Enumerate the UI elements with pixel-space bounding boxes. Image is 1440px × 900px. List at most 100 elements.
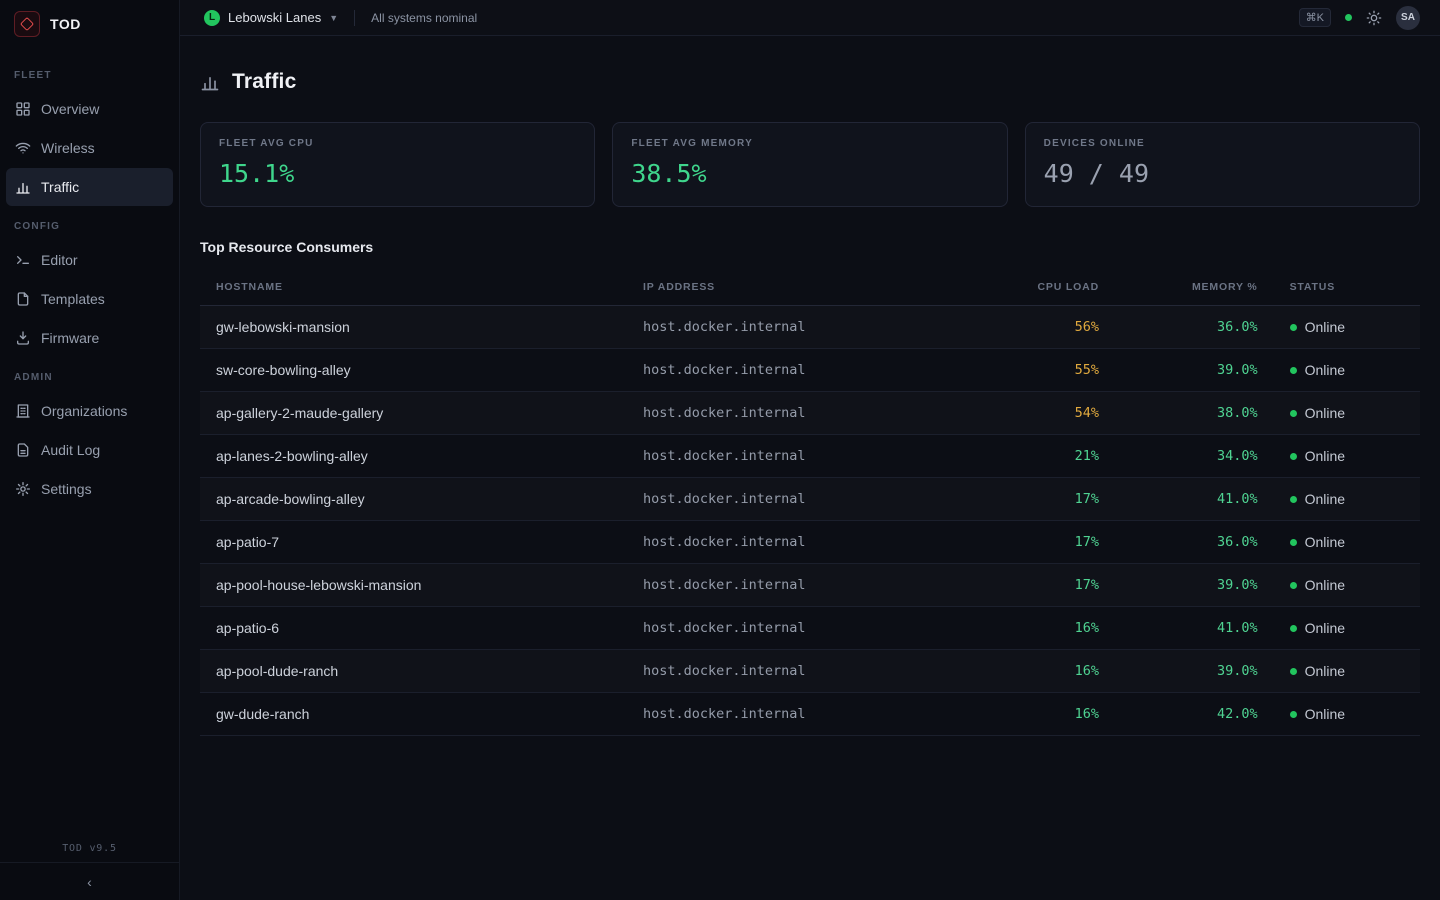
nav-section-label: FLEET (0, 56, 179, 89)
grid-icon (15, 101, 31, 117)
status-label: Online (1305, 620, 1345, 636)
hostname-cell: sw-core-bowling-alley (200, 349, 627, 392)
org-switcher[interactable]: L Lebowski Lanes ▼ (204, 10, 338, 26)
table-row[interactable]: ap-pool-dude-ranchhost.docker.internal16… (200, 650, 1420, 693)
table-row[interactable]: sw-core-bowling-alleyhost.docker.interna… (200, 349, 1420, 392)
nav-section-label: CONFIG (0, 207, 179, 240)
sidebar-item-label: Audit Log (41, 442, 100, 458)
divider (354, 10, 355, 26)
status-cell: Online (1274, 306, 1420, 349)
theme-toggle-button[interactable] (1366, 10, 1382, 26)
ip-address-cell: host.docker.internal (627, 564, 993, 607)
ip-address-cell: host.docker.internal (627, 650, 993, 693)
bar-chart-icon (200, 72, 220, 92)
status-label: Online (1305, 577, 1345, 593)
table-row[interactable]: ap-lanes-2-bowling-alleyhost.docker.inte… (200, 435, 1420, 478)
hostname-cell: ap-patio-7 (200, 521, 627, 564)
column-header-hostname: HOSTNAME (200, 269, 627, 306)
terminal-icon (15, 252, 31, 268)
sun-icon (1366, 10, 1382, 26)
sidebar-item-editor[interactable]: Editor (6, 241, 173, 279)
command-palette-shortcut[interactable]: ⌘K (1299, 8, 1331, 27)
status-cell: Online (1274, 349, 1420, 392)
app-version: TOD v9.5 (0, 843, 179, 854)
memory-cell: 39.0% (1115, 349, 1274, 392)
online-status-dot-icon (1290, 453, 1297, 460)
cpu-load-cell: 55% (993, 349, 1115, 392)
status-cell: Online (1274, 435, 1420, 478)
cpu-load-cell: 54% (993, 392, 1115, 435)
hostname-cell: ap-pool-house-lebowski-mansion (200, 564, 627, 607)
status-label: Online (1305, 491, 1345, 507)
ip-address-cell: host.docker.internal (627, 306, 993, 349)
table-row[interactable]: gw-dude-ranchhost.docker.internal16%42.0… (200, 693, 1420, 736)
status-cell: Online (1274, 392, 1420, 435)
status-label: Online (1305, 448, 1345, 464)
table-row[interactable]: ap-patio-6host.docker.internal16%41.0%On… (200, 607, 1420, 650)
hostname-cell: ap-lanes-2-bowling-alley (200, 435, 627, 478)
sidebar-item-templates[interactable]: Templates (6, 280, 173, 318)
cpu-load-cell: 21% (993, 435, 1115, 478)
status-label: Online (1305, 534, 1345, 550)
cpu-load-cell: 16% (993, 693, 1115, 736)
cpu-load-cell: 17% (993, 564, 1115, 607)
table-row[interactable]: ap-pool-house-lebowski-mansionhost.docke… (200, 564, 1420, 607)
column-header-memory: MEMORY % (1115, 269, 1274, 306)
page-title: Traffic (232, 70, 297, 94)
table-row[interactable]: gw-lebowski-mansionhost.docker.internal5… (200, 306, 1420, 349)
file-text-icon (15, 442, 31, 458)
sidebar-collapse-button[interactable]: ‹ (0, 862, 179, 900)
status-label: Online (1305, 663, 1345, 679)
sidebar-item-traffic[interactable]: Traffic (6, 168, 173, 206)
stat-value: 38.5% (631, 159, 988, 188)
sidebar-item-label: Editor (41, 252, 78, 268)
table-header-row: HOSTNAME IP ADDRESS CPU LOAD MEMORY % ST… (200, 269, 1420, 306)
sidebar-item-organizations[interactable]: Organizations (6, 392, 173, 430)
user-avatar[interactable]: SA (1396, 6, 1420, 30)
column-header-ip-address: IP ADDRESS (627, 269, 993, 306)
table-row[interactable]: ap-arcade-bowling-alleyhost.docker.inter… (200, 478, 1420, 521)
stat-label: DEVICES ONLINE (1044, 138, 1401, 149)
sidebar: TOD FLEET Overview Wireless Traffic CONFIG Ed… (0, 0, 180, 900)
app-logo: TOD (0, 0, 179, 48)
online-status-dot-icon (1290, 539, 1297, 546)
sidebar-item-wireless[interactable]: Wireless (6, 129, 173, 167)
hostname-cell: ap-pool-dude-ranch (200, 650, 627, 693)
table-row[interactable]: ap-patio-7host.docker.internal17%36.0%On… (200, 521, 1420, 564)
app-logo-icon (14, 11, 40, 37)
stat-label: FLEET AVG MEMORY (631, 138, 988, 149)
sidebar-item-overview[interactable]: Overview (6, 90, 173, 128)
sidebar-item-label: Firmware (41, 330, 99, 346)
online-status-dot-icon (1290, 367, 1297, 374)
download-icon (15, 330, 31, 346)
memory-cell: 38.0% (1115, 392, 1274, 435)
status-cell: Online (1274, 478, 1420, 521)
memory-cell: 39.0% (1115, 650, 1274, 693)
sidebar-item-firmware[interactable]: Firmware (6, 319, 173, 357)
status-cell: Online (1274, 564, 1420, 607)
ip-address-cell: host.docker.internal (627, 478, 993, 521)
column-header-status: STATUS (1274, 269, 1420, 306)
cpu-load-cell: 16% (993, 650, 1115, 693)
table-row[interactable]: ap-gallery-2-maude-galleryhost.docker.in… (200, 392, 1420, 435)
stats-cards: FLEET AVG CPU 15.1% FLEET AVG MEMORY 38.… (200, 122, 1420, 207)
sidebar-item-label: Overview (41, 101, 99, 117)
column-header-cpu-load: CPU LOAD (993, 269, 1115, 306)
status-cell: Online (1274, 650, 1420, 693)
memory-cell: 41.0% (1115, 607, 1274, 650)
sidebar-item-settings[interactable]: Settings (6, 470, 173, 508)
online-status-dot-icon (1290, 711, 1297, 718)
stat-label: FLEET AVG CPU (219, 138, 576, 149)
sidebar-item-audit-log[interactable]: Audit Log (6, 431, 173, 469)
ip-address-cell: host.docker.internal (627, 349, 993, 392)
org-badge: L (204, 10, 220, 26)
status-label: Online (1305, 706, 1345, 722)
online-status-dot-icon (1290, 668, 1297, 675)
sidebar-item-label: Traffic (41, 179, 79, 195)
online-status-dot-icon (1290, 410, 1297, 417)
bar-chart-icon (15, 179, 31, 195)
online-status-dot-icon (1290, 324, 1297, 331)
stat-card-devices-online: DEVICES ONLINE 49 / 49 (1025, 122, 1420, 207)
memory-cell: 41.0% (1115, 478, 1274, 521)
building-icon (15, 403, 31, 419)
